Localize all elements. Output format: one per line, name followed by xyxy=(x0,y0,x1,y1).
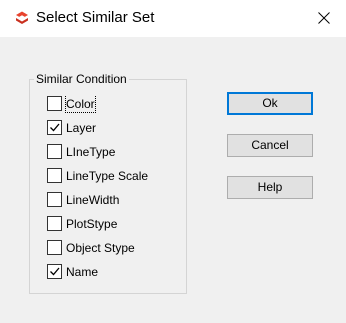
checkbox-color[interactable]: Color xyxy=(47,96,165,113)
checkbox-label: LineType Scale xyxy=(66,169,149,183)
checkbox-label: Layer xyxy=(66,121,97,135)
checkbox-box[interactable] xyxy=(47,192,62,207)
checkbox-label: LIneType xyxy=(66,145,116,159)
checkbox-box[interactable] xyxy=(47,168,62,183)
title-bar: Select Similar Set xyxy=(0,0,346,37)
checkbox-linetype[interactable]: LIneType xyxy=(47,144,165,161)
checkbox-label: Name xyxy=(66,265,99,279)
checkbox-label: Object Stype xyxy=(66,241,135,255)
checkbox-box[interactable] xyxy=(47,264,62,279)
checkbox-linewidth[interactable]: LineWidth xyxy=(47,192,165,209)
close-icon xyxy=(318,12,330,24)
checkbox-linetype-scale[interactable]: LineType Scale xyxy=(47,168,165,185)
checkbox-box[interactable] xyxy=(47,120,62,135)
checkbox-box[interactable] xyxy=(47,240,62,255)
checkbox-label: PlotStype xyxy=(66,217,118,231)
dialog-body: Similar Condition Color Layer LIneType L… xyxy=(0,37,346,323)
checkbox-label: Color xyxy=(65,96,96,113)
checkmark-icon xyxy=(50,123,60,132)
close-button[interactable] xyxy=(314,8,334,28)
ok-button[interactable]: Ok xyxy=(227,92,313,115)
checkbox-layer[interactable]: Layer xyxy=(47,120,165,137)
cancel-button[interactable]: Cancel xyxy=(227,134,313,157)
window-title: Select Similar Set xyxy=(36,9,155,26)
checkbox-label: LineWidth xyxy=(66,193,120,207)
checkmark-icon xyxy=(50,267,60,276)
checkbox-box[interactable] xyxy=(47,144,62,159)
group-legend: Similar Condition xyxy=(34,71,129,87)
checkbox-name[interactable]: Name xyxy=(47,264,165,281)
app-logo-icon xyxy=(16,11,28,24)
checkbox-plotstype[interactable]: PlotStype xyxy=(47,216,165,233)
checkbox-box[interactable] xyxy=(47,96,62,111)
checkbox-object-stype[interactable]: Object Stype xyxy=(47,240,165,257)
checkbox-box[interactable] xyxy=(47,216,62,231)
help-button[interactable]: Help xyxy=(227,176,313,199)
